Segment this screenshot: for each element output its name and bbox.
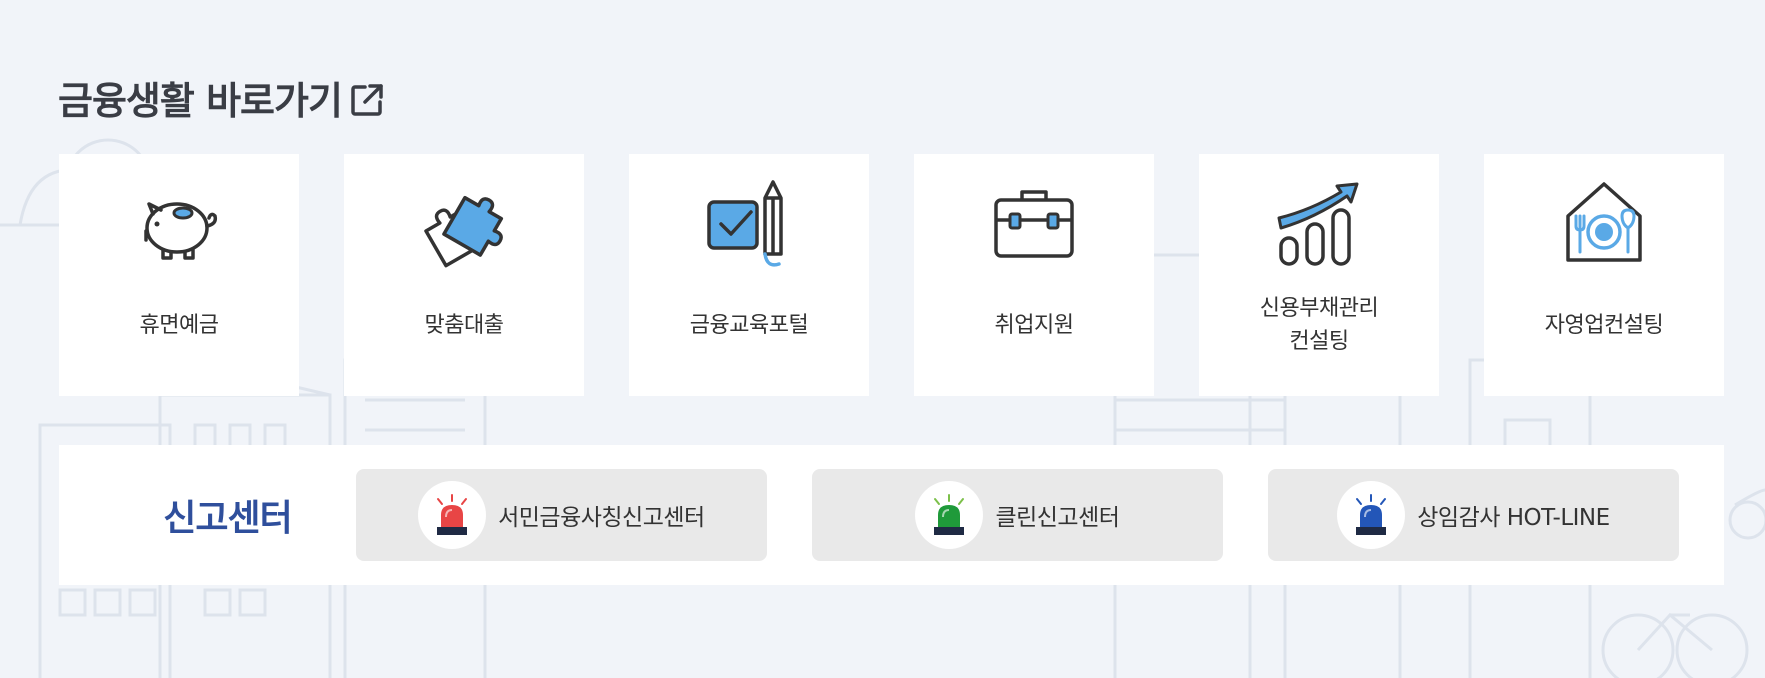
audit-hotline-button[interactable]: 상임감사 HOT-LINE <box>1267 469 1679 561</box>
card-custom-loan[interactable]: 맞춤대출 <box>344 154 584 396</box>
briefcase-icon <box>994 190 1074 258</box>
report-center-panel: 신고센터 서민금융사칭신고센터 클린신고센터 상임감사 HOT-LINE <box>59 445 1724 585</box>
green-siren-icon <box>915 481 984 549</box>
card-label: 금융교육포털 <box>689 312 809 338</box>
shortcut-cards: 휴면예금 맞춤대출 금융교육포털 취업지원 신용부채관리 컨설팅 자영업컨설팅 <box>59 154 1724 396</box>
clean-report-button[interactable]: 클린신고센터 <box>811 469 1223 561</box>
red-siren-icon <box>418 481 487 549</box>
growth-chart-icon <box>1277 182 1359 266</box>
card-label: 신용부채관리 컨설팅 <box>1259 296 1379 354</box>
report-button-label: 상임감사 HOT-LINE <box>1417 505 1610 531</box>
card-self-employed-consulting[interactable]: 자영업컨설팅 <box>1484 154 1724 396</box>
card-dormant-deposit[interactable]: 휴면예금 <box>59 154 299 396</box>
puzzle-icon <box>424 195 504 268</box>
card-label: 취업지원 <box>994 312 1074 338</box>
card-employment-support[interactable]: 취업지원 <box>914 154 1154 396</box>
piggy-bank-icon <box>144 202 218 260</box>
report-center-title: 신고센터 <box>163 498 292 539</box>
card-label: 휴면예금 <box>139 312 219 338</box>
card-label: 맞춤대출 <box>424 312 504 338</box>
section-header: 금융생활 바로가기 <box>58 70 386 125</box>
blue-siren-icon <box>1337 481 1406 549</box>
report-button-label: 서민금융사칭신고센터 <box>498 505 705 531</box>
page-title: 금융생활 바로가기 <box>58 79 343 123</box>
card-label: 자영업컨설팅 <box>1544 312 1664 338</box>
card-credit-debt-consulting[interactable]: 신용부채관리 컨설팅 <box>1199 154 1439 396</box>
card-finance-education-portal[interactable]: 금융교육포털 <box>629 154 869 396</box>
report-button-label: 클린신고센터 <box>995 505 1120 531</box>
impersonation-report-button[interactable]: 서민금융사칭신고센터 <box>355 469 767 561</box>
checkbox-pencil-icon <box>707 180 783 267</box>
restaurant-house-icon <box>1566 182 1642 262</box>
external-link-icon[interactable] <box>348 81 386 119</box>
